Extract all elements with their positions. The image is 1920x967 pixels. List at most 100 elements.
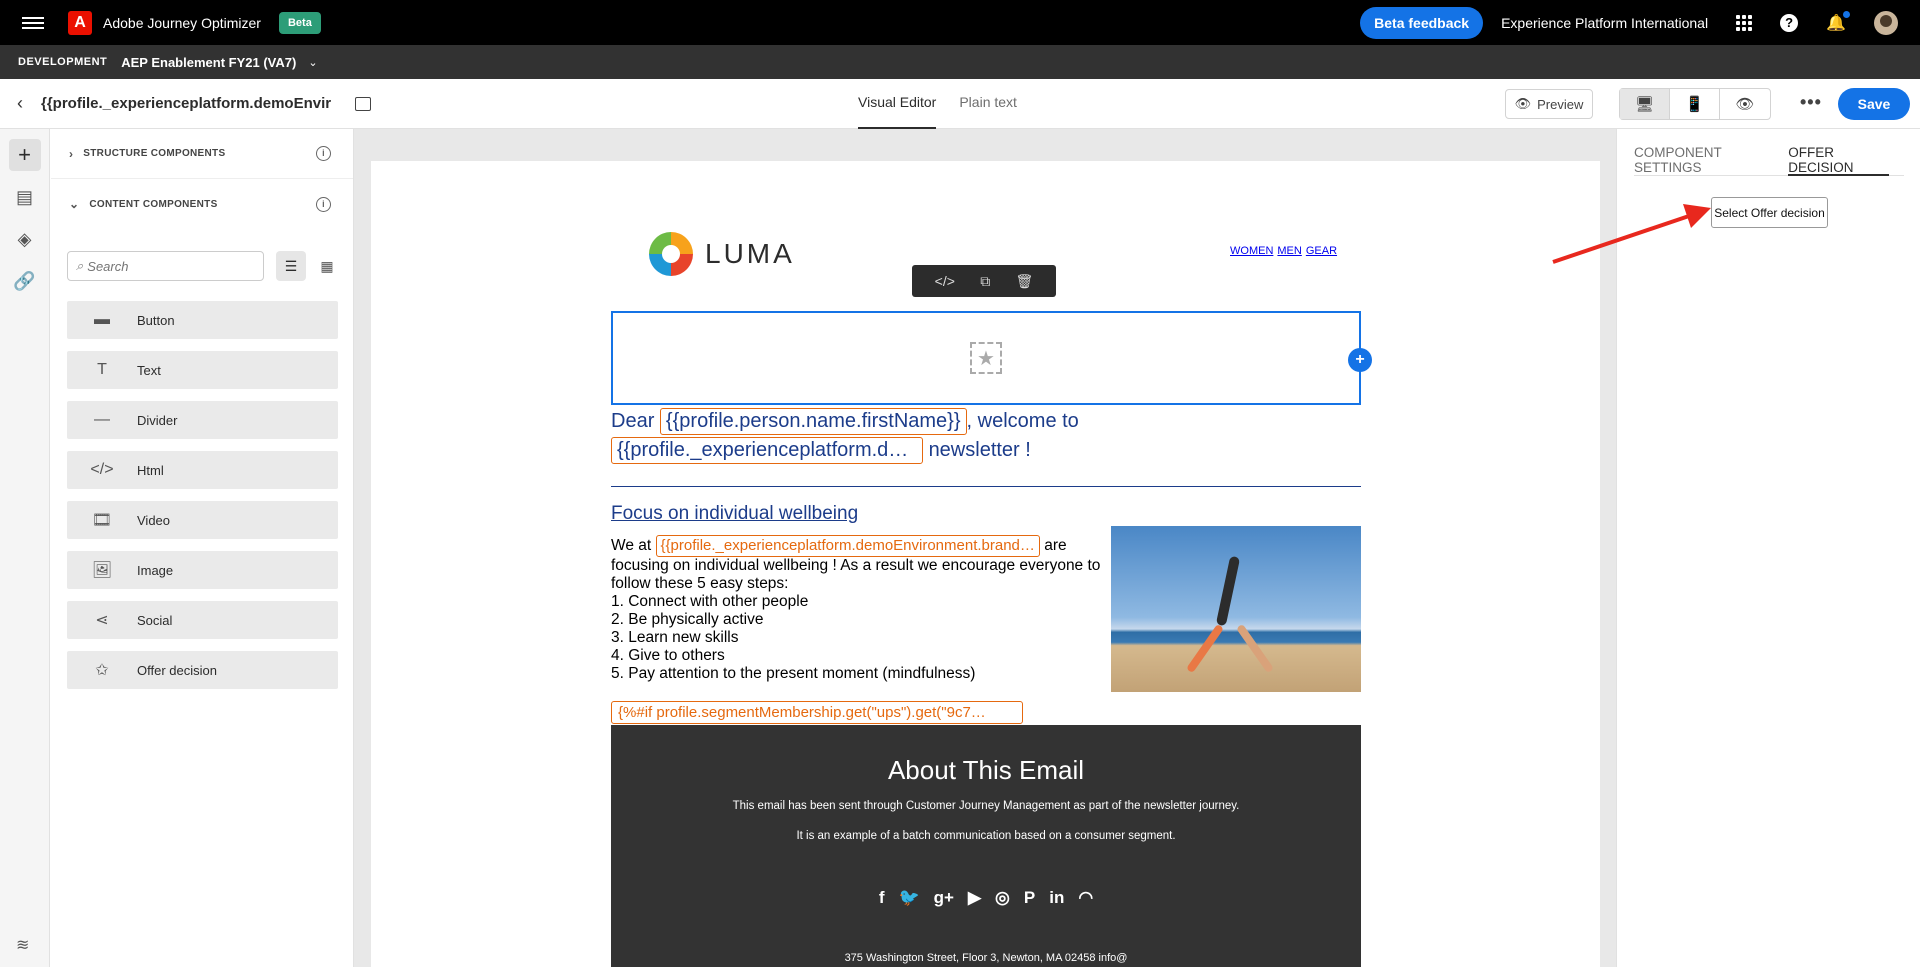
preview-eye-icon[interactable]: 👁 — [1720, 89, 1770, 119]
tab-plain-text[interactable]: Plain text — [959, 79, 1017, 129]
info-icon[interactable]: i — [316, 196, 331, 212]
settings-icon[interactable]: ≋ — [16, 935, 29, 955]
tab-offer-decision[interactable]: OFFER DECISION — [1788, 129, 1889, 176]
select-offer-decision-button[interactable]: Select Offer decision — [1711, 197, 1828, 228]
app-name: Adobe Journey Optimizer — [103, 14, 261, 31]
step-item: 2. Be physically active — [611, 611, 764, 628]
yoga-figure-shape — [1215, 555, 1241, 627]
first-name-token[interactable]: {{profile.person.name.firstName}} — [659, 408, 967, 435]
sandbox-environment: DEVELOPMENT — [18, 56, 108, 68]
youtube-icon[interactable]: ▶ — [968, 888, 981, 908]
save-button[interactable]: Save — [1838, 88, 1910, 120]
nav-link-women[interactable]: WOMEN — [1230, 245, 1273, 257]
linkedin-icon[interactable]: in — [1049, 888, 1064, 908]
chevron-down-icon: ⌄ — [69, 197, 80, 211]
footer-line: This email has been sent through Custome… — [732, 800, 1240, 812]
social-icon: ⋖ — [95, 612, 109, 629]
greeting-text[interactable]: Dear {{profile.person.name.firstName}}, … — [611, 407, 1361, 465]
add-components-icon[interactable]: + — [8, 139, 41, 171]
adobe-logo-icon: A — [68, 10, 92, 35]
brand-token-small[interactable]: {{profile._experienceplatform.demoEnviro… — [655, 535, 1040, 557]
layers-icon[interactable]: ◈ — [9, 223, 41, 255]
chevron-down-icon[interactable]: ⌄ — [308, 56, 317, 69]
greeting-prefix: Dear — [611, 410, 655, 432]
content-components-label: CONTENT COMPONENTS — [89, 198, 218, 210]
settings-tabs: COMPONENT SETTINGS OFFER DECISION — [1634, 129, 1904, 176]
assets-icon[interactable]: ▤ — [9, 181, 41, 213]
desktop-view-icon[interactable]: 🖥 — [1620, 89, 1670, 119]
preview-button[interactable]: 👁 Preview — [1505, 89, 1593, 119]
text-icon: T — [97, 361, 107, 378]
luma-logo[interactable]: LUMA — [649, 232, 795, 276]
chevron-right-icon: › — [69, 146, 74, 161]
top-bar: A Adobe Journey Optimizer Beta Beta feed… — [0, 0, 1920, 45]
focus-title[interactable]: Focus on individual wellbeing — [611, 503, 858, 525]
component-label: Button — [137, 312, 175, 328]
component-button[interactable]: ▬ Button — [67, 301, 338, 339]
component-divider[interactable]: — Divider — [67, 401, 338, 439]
nav-link-gear[interactable]: GEAR — [1306, 245, 1337, 257]
component-label: Social — [137, 612, 173, 628]
list-view-icon[interactable]: ☰ — [276, 251, 306, 281]
duplicate-icon[interactable]: ⧉ — [980, 273, 990, 290]
brand-token[interactable]: {{profile._experienceplatform.d… — [611, 437, 923, 464]
search-input[interactable] — [87, 258, 248, 274]
offer-decision-icon: ✩ — [95, 662, 109, 679]
component-list: ▬ Button T Text — Divider </> Html 🎞 Video 🖼 I… — [67, 301, 353, 689]
divider-line[interactable] — [611, 486, 1361, 487]
grid-view-icon[interactable]: ▦ — [312, 251, 342, 281]
twitter-icon[interactable]: 🐦 — [898, 888, 919, 908]
org-switcher[interactable]: Experience Platform International — [1501, 15, 1708, 31]
component-label: Text — [137, 362, 161, 378]
component-html[interactable]: </> Html — [67, 451, 338, 489]
expand-icon[interactable] — [355, 96, 371, 111]
sandbox-name[interactable]: AEP Enablement FY21 (VA7) — [121, 55, 296, 70]
offer-decision-block[interactable]: ★ + — [611, 311, 1372, 405]
code-icon[interactable]: </> — [935, 273, 955, 289]
body-text[interactable]: We at {{profile._experienceplatform.demo… — [611, 535, 1101, 683]
mobile-view-icon[interactable]: 📱 — [1670, 89, 1720, 119]
component-image[interactable]: 🖼 Image — [67, 551, 338, 589]
facebook-icon[interactable]: f — [879, 888, 885, 908]
notification-dot — [1841, 8, 1852, 20]
beta-feedback-button[interactable]: Beta feedback — [1360, 6, 1484, 39]
component-video[interactable]: 🎞 Video — [67, 501, 338, 539]
more-options-icon[interactable]: ••• — [1800, 92, 1822, 113]
tab-visual-editor[interactable]: Visual Editor — [858, 79, 937, 129]
app-switcher-icon[interactable] — [1736, 14, 1753, 31]
instagram-icon[interactable]: ◎ — [995, 888, 1010, 908]
yoga-beach-image[interactable] — [1111, 526, 1361, 692]
component-label: Html — [137, 462, 164, 478]
pinterest-icon[interactable]: P — [1024, 888, 1035, 908]
component-text[interactable]: T Text — [67, 351, 338, 389]
components-panel: › STRUCTURE COMPONENTS i ⌄ CONTENT COMPO… — [51, 129, 354, 967]
notifications-bell-icon[interactable]: 🔔 — [1826, 8, 1852, 33]
component-label: Offer decision — [137, 662, 217, 678]
step-item: 4. Give to others — [611, 647, 725, 664]
rss-icon[interactable]: ◠ — [1078, 888, 1093, 908]
user-avatar[interactable] — [1874, 10, 1898, 35]
info-icon[interactable]: i — [316, 146, 331, 161]
body-prefix: We at — [611, 537, 652, 554]
search-field[interactable]: ⌕ — [67, 251, 264, 281]
email-footer[interactable]: About This Email This email has been sen… — [611, 725, 1361, 967]
editor-header: ‹ {{profile._experienceplatform.demoEnvi… — [0, 79, 1920, 129]
links-icon[interactable]: 🔗 — [9, 265, 41, 297]
step-item: 3. Learn new skills — [611, 629, 739, 646]
google-plus-icon[interactable]: g+ — [934, 888, 954, 908]
delete-icon[interactable]: 🗑 — [1016, 273, 1034, 290]
add-block-icon[interactable]: + — [1348, 348, 1372, 372]
segment-condition-token[interactable]: {%#if profile.segmentMembership.get("ups… — [611, 701, 1023, 724]
back-arrow-icon[interactable]: ‹ — [17, 93, 23, 114]
component-social[interactable]: ⋖ Social — [67, 601, 338, 639]
help-icon[interactable]: ? — [1780, 13, 1799, 32]
component-offer-decision[interactable]: ✩ Offer decision — [67, 651, 338, 689]
component-label: Image — [137, 562, 174, 578]
hamburger-menu-icon[interactable] — [22, 14, 44, 32]
content-components-header[interactable]: ⌄ CONTENT COMPONENTS i — [51, 179, 353, 229]
structure-components-header[interactable]: › STRUCTURE COMPONENTS i — [51, 129, 353, 179]
tab-component-settings[interactable]: COMPONENT SETTINGS — [1634, 129, 1773, 176]
search-icon: ⌕ — [76, 258, 84, 273]
luma-logo-text: LUMA — [705, 238, 795, 269]
nav-link-men[interactable]: MEN — [1277, 245, 1301, 257]
